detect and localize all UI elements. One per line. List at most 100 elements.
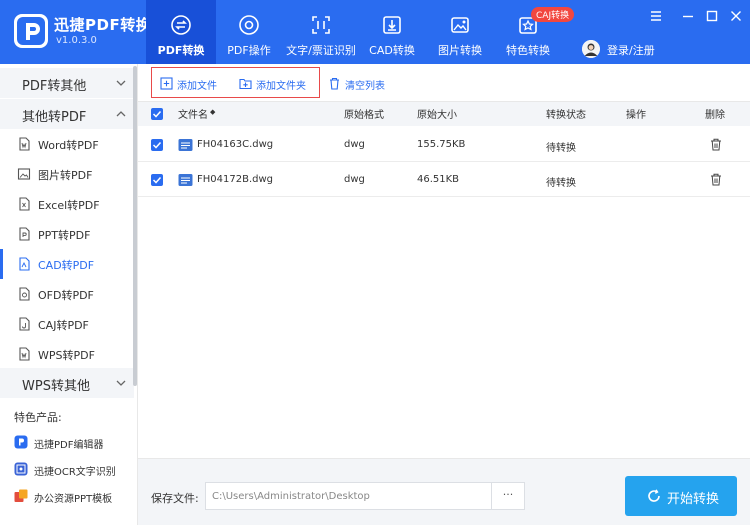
browse-button[interactable]: ··· (491, 482, 525, 510)
save-location-label: 保存文件: (151, 492, 199, 505)
tab-image-convert[interactable]: 图片转换 (425, 0, 495, 64)
caj-badge[interactable]: CAJ转换 (531, 7, 575, 22)
add-file-icon (160, 77, 173, 90)
select-all-checkbox[interactable] (151, 108, 163, 120)
refresh-icon (648, 489, 660, 502)
save-path-input[interactable] (205, 482, 492, 510)
sidebar-item-label: CAD转PDF (38, 259, 95, 272)
category-label: 其他转PDF (22, 110, 87, 125)
featured-label: 迅捷PDF编辑器 (34, 440, 104, 451)
start-convert-label: 开始转换 (667, 492, 720, 507)
sidebar-item-label: 图片转PDF (38, 169, 93, 182)
cad-doc-icon (19, 257, 30, 271)
caj-doc-icon (19, 317, 30, 331)
ocr-icon (14, 462, 28, 476)
row-checkbox[interactable] (151, 139, 163, 151)
menu-icon[interactable] (648, 8, 664, 24)
ocr-scan-icon (312, 16, 330, 34)
row-filename: FH04163C.dwg (197, 139, 274, 150)
ppt-doc-icon (19, 227, 30, 241)
excel-doc-icon (19, 197, 30, 211)
trash-icon[interactable] (710, 173, 722, 186)
featured-label: 迅捷OCR文字识别 (34, 467, 116, 478)
category-pdf-to-other[interactable]: PDF转其他 (0, 68, 134, 98)
row-format: dwg (344, 174, 365, 185)
pdf-editor-icon (14, 435, 28, 449)
tab-label: 图片转换 (438, 44, 482, 57)
header-filename[interactable]: 文件名 (178, 106, 208, 121)
tab-pdf-convert[interactable]: PDF转换 (146, 0, 216, 64)
tab-pdf-operate[interactable]: PDF操作 (214, 0, 284, 64)
login-link[interactable]: 登录/注册 (607, 42, 655, 58)
row-size: 155.75KB (417, 139, 466, 150)
pdf-operate-icon (239, 15, 259, 35)
clear-list-label: 清空列表 (345, 81, 385, 92)
convert-icon (171, 15, 191, 35)
sidebar-item-wps-to-pdf[interactable]: WPS转PDF (0, 339, 134, 369)
header-delete: 删除 (705, 110, 725, 121)
add-folder-label: 添加文件夹 (256, 81, 306, 92)
header-format: 原始格式 (344, 110, 384, 121)
sidebar-item-label: Word转PDF (38, 139, 99, 152)
featured-label: 办公资源PPT模板 (34, 494, 113, 505)
sidebar-item-label: Excel转PDF (38, 199, 100, 212)
category-wps-to-other[interactable]: WPS转其他 (0, 368, 134, 398)
sidebar-item-word-to-pdf[interactable]: Word转PDF (0, 129, 134, 159)
sidebar-item-cad-to-pdf[interactable]: CAD转PDF (0, 249, 134, 279)
header-size: 原始大小 (417, 110, 457, 121)
sidebar-item-caj-to-pdf[interactable]: CAJ转PDF (0, 309, 134, 339)
row-format: dwg (344, 139, 365, 150)
minimize-icon[interactable] (680, 8, 696, 24)
featured-ppt-template[interactable]: 办公资源PPT模板 (0, 486, 134, 508)
maximize-icon[interactable] (704, 8, 720, 24)
sidebar-scrollbar[interactable] (133, 66, 137, 386)
sidebar-item-excel-to-pdf[interactable]: Excel转PDF (0, 189, 134, 219)
clear-icon (330, 77, 339, 90)
sidebar-item-ppt-to-pdf[interactable]: PPT转PDF (0, 219, 134, 249)
sidebar-item-ofd-to-pdf[interactable]: OFD转PDF (0, 279, 134, 309)
chevron-down-icon (116, 380, 126, 386)
start-convert-button[interactable]: 开始转换 (625, 476, 737, 516)
image-convert-icon (451, 17, 469, 33)
sidebar-item-label: PPT转PDF (38, 229, 91, 242)
featured-pdf-editor[interactable]: 迅捷PDF编辑器 (0, 432, 134, 454)
chevron-up-icon (116, 111, 126, 117)
tab-label: PDF转换 (157, 44, 205, 57)
category-other-to-pdf[interactable]: 其他转PDF (0, 99, 134, 129)
app-logo (14, 14, 48, 48)
chevron-down-icon (116, 80, 126, 86)
sidebar-item-image-to-pdf[interactable]: 图片转PDF (0, 159, 134, 189)
sort-icon[interactable]: ◆ (210, 108, 215, 116)
dwg-file-icon (178, 139, 193, 151)
tab-label: 文字/票证识别 (286, 44, 356, 57)
category-label: PDF转其他 (22, 79, 87, 94)
tab-label: PDF操作 (227, 44, 271, 57)
word-doc-icon (19, 137, 30, 151)
header-action: 操作 (626, 110, 646, 121)
tab-ocr[interactable]: 文字/票证识别 (285, 0, 357, 64)
category-label: WPS转其他 (22, 379, 90, 394)
row-status: 待转换 (546, 178, 576, 189)
image-icon (17, 168, 31, 180)
tab-cad-convert[interactable]: CAD转换 (357, 0, 427, 64)
sidebar-item-label: WPS转PDF (38, 349, 95, 362)
featured-ocr[interactable]: 迅捷OCR文字识别 (0, 459, 134, 481)
ofd-doc-icon (19, 287, 30, 301)
ppt-template-icon (14, 489, 28, 502)
app-version: v1.0.3.0 (56, 35, 97, 46)
trash-icon[interactable] (710, 138, 722, 151)
sidebar-item-label: OFD转PDF (38, 289, 94, 302)
add-file-label: 添加文件 (177, 81, 217, 92)
row-size: 46.51KB (417, 174, 460, 185)
row-checkbox[interactable] (151, 174, 163, 186)
close-icon[interactable] (728, 8, 744, 24)
sidebar-item-label: CAJ转PDF (38, 319, 89, 332)
wps-doc-icon (19, 347, 30, 361)
row-filename: FH04172B.dwg (197, 174, 273, 185)
add-folder-icon (239, 78, 252, 90)
featured-title: 特色产品: (14, 411, 62, 424)
tab-label: 特色转换 (506, 44, 550, 57)
avatar[interactable] (582, 40, 600, 58)
cad-convert-icon (383, 16, 401, 34)
row-status: 待转换 (546, 143, 576, 154)
